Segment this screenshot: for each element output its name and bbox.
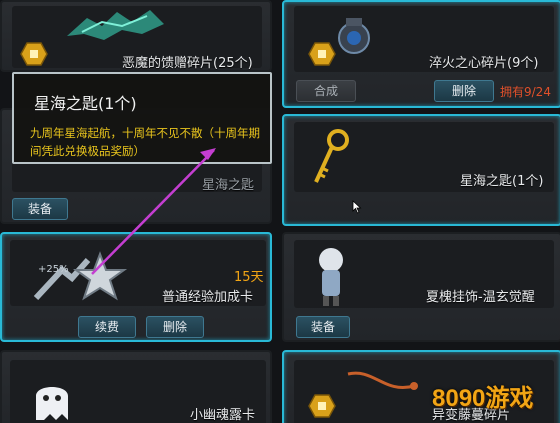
watermark-text: 8090游戏 [432,385,534,412]
item-name: 恶魔的馈赠碎片(25个) [122,56,253,71]
equip-button[interactable]: 装备 [12,198,68,220]
gear-heart-icon [338,18,370,54]
item-name: 淬火之心碎片(9个) [429,56,539,71]
owned-count: 拥有9/24 [500,85,551,99]
item-card-quench-heart[interactable]: 淬火之心碎片(9个) 合成 删除 拥有9/24 [282,0,560,108]
gold-crown-badge-icon [308,42,336,66]
item-card-exp-boost[interactable]: +25% 15天 普通经验加成卡 续费 删除 [0,232,272,342]
item-card-star-key[interactable]: 星海之匙(1个) [282,114,560,226]
tooltip-description: 九周年星海起航，十周年不见不散（十周年期间凭此兑换极品奖励） [30,126,260,158]
item-name: 星海之匙(1个) [460,174,544,189]
duration-label: 15天 [234,270,264,285]
tooltip-title: 星海之匙(1个) [34,94,137,113]
item-card-demon-gift[interactable]: 恶魔的馈赠碎片(25个) [0,0,272,72]
golden-key-icon [314,129,349,183]
ghost-icon [36,387,68,420]
item-name-partial: 星海之匙 [202,178,255,193]
gold-crown-badge-icon [20,42,48,66]
silver-star-exp-icon [33,251,128,301]
item-name: 夏槐挂饰-温玄觉醒 [426,290,535,305]
delete-button[interactable]: 删除 [434,80,494,102]
site-watermark: 8090游戏 [432,378,556,418]
demon-wing-fragment-icon [67,10,164,40]
item-name: 普通经验加成卡 [162,290,254,305]
exp-percent-badge: +25% [38,264,69,275]
item-card-pendant[interactable]: 夏槐挂饰-温玄觉醒 装备 [282,232,560,342]
renew-button[interactable]: 续费 [78,316,136,338]
item-name: 小幽魂露卡 [190,408,256,423]
gold-crown-badge-icon [308,394,336,418]
mouse-cursor-icon [352,200,362,214]
item-card-ghost[interactable]: 小幽魂露卡 [0,350,272,423]
vine-fragment-icon [347,371,418,390]
item-tooltip: 星海之匙(1个) 九周年星海起航，十周年不见不散（十周年期间凭此兑换极品奖励） [12,72,272,164]
equip-button[interactable]: 装备 [296,316,350,338]
compose-button[interactable]: 合成 [296,80,356,102]
chibi-doll-icon [319,248,343,306]
delete-button[interactable]: 删除 [146,316,204,338]
